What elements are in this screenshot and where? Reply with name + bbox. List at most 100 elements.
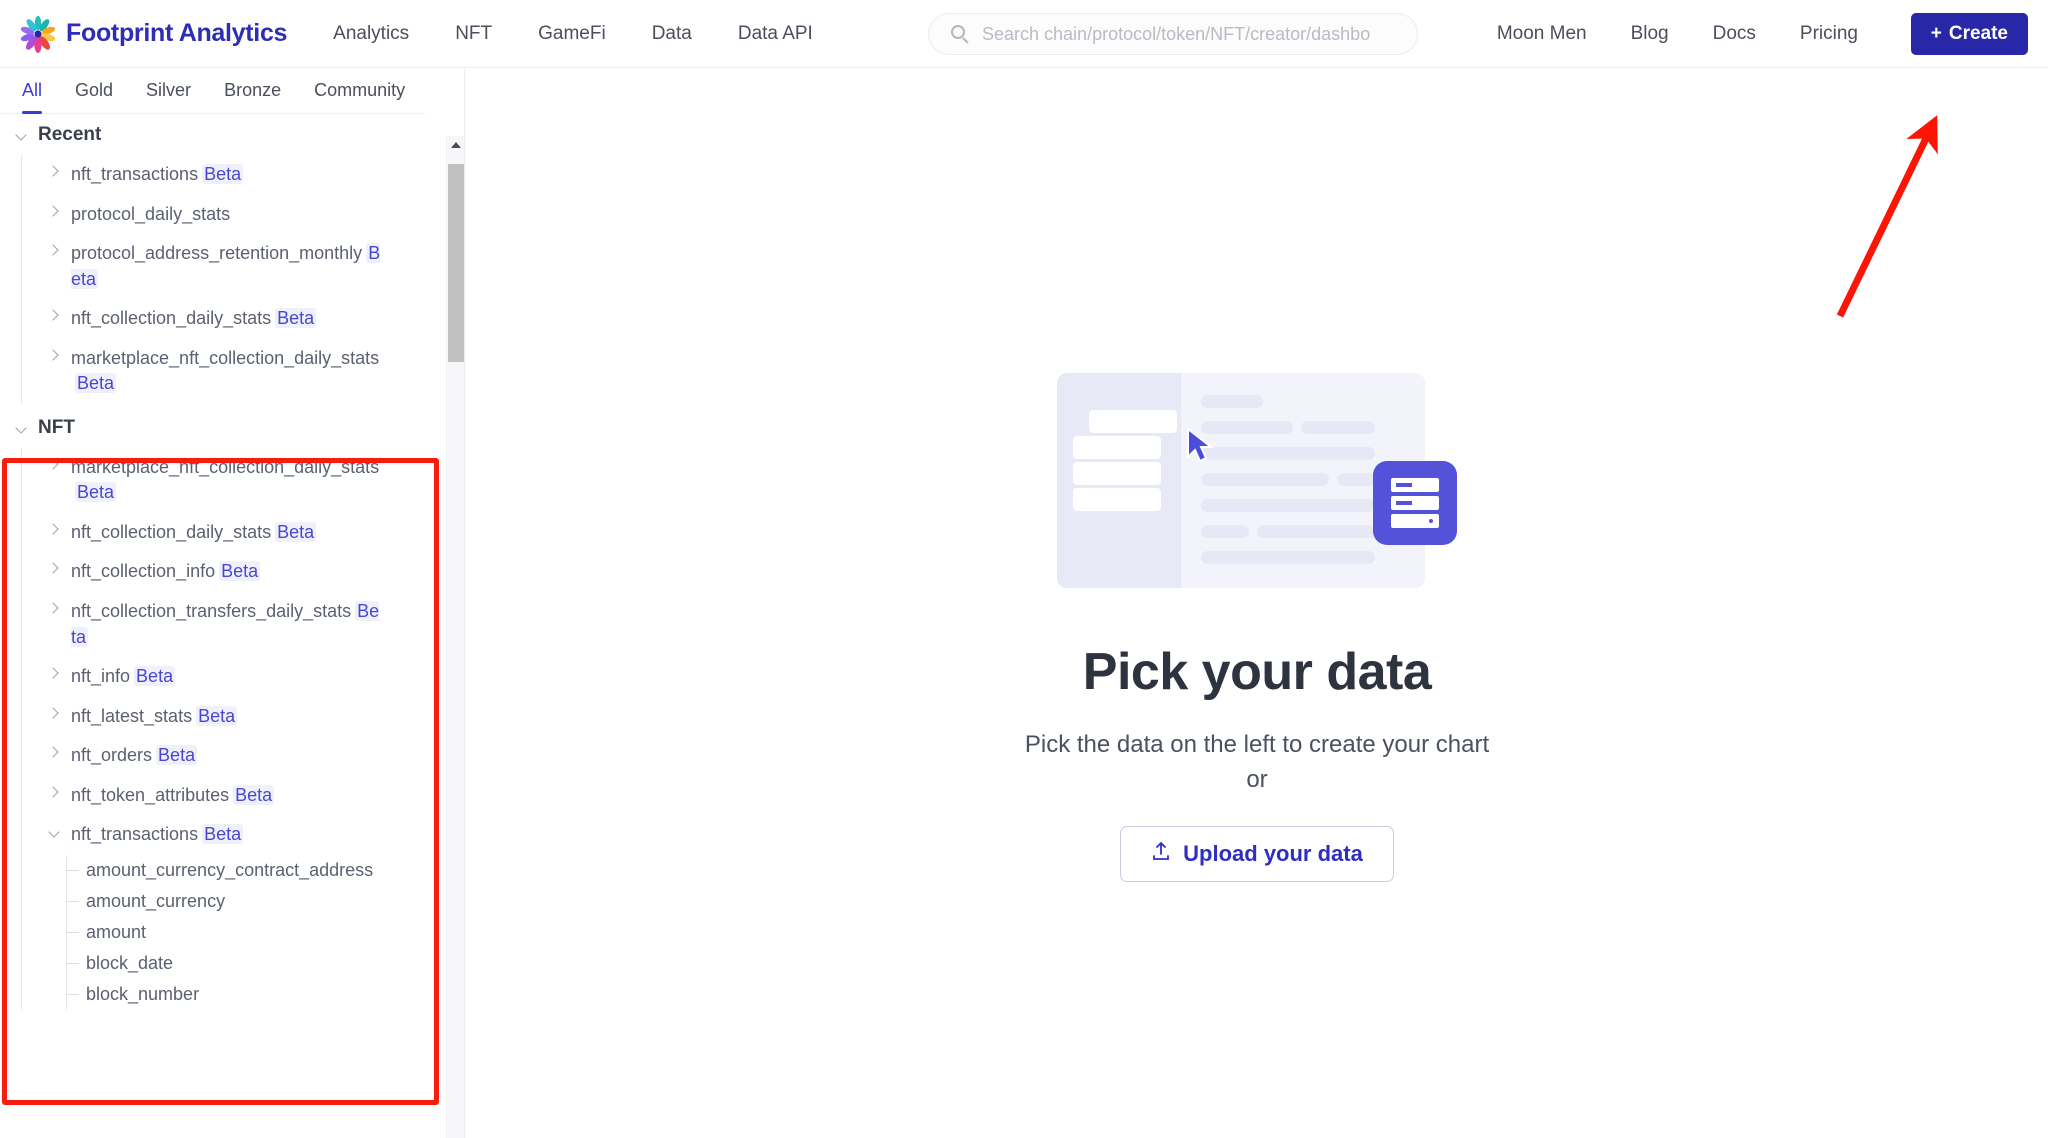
tree-node[interactable]: nft_latest_stats Beta	[22, 697, 447, 737]
nav-item-docs[interactable]: Docs	[1713, 23, 1756, 45]
chevron-right-icon	[47, 562, 61, 576]
upload-icon	[1151, 841, 1171, 867]
column-list: amount_currency_contract_address amount_…	[22, 854, 447, 1010]
search-input[interactable]	[982, 23, 1402, 45]
data-table-illustration-icon	[1057, 373, 1457, 588]
chevron-up-icon[interactable]	[447, 136, 464, 154]
tree-node[interactable]: protocol_address_retention_monthly Beta	[22, 234, 447, 299]
tree-node-label: nft_collection_daily_stats	[71, 521, 272, 542]
tree-group-recent[interactable]: Recent	[0, 115, 447, 155]
column-label: block_number	[86, 983, 200, 1004]
mouse-pointer-icon	[1185, 426, 1215, 469]
nav-item-data-api[interactable]: Data API	[738, 23, 813, 45]
chevron-right-icon	[47, 746, 61, 760]
tree-group-recent-children: nft_transactions Beta protocol_daily_stat…	[0, 155, 447, 404]
nav-item-pricing[interactable]: Pricing	[1800, 23, 1858, 45]
subtitle-line-2: or	[1246, 765, 1268, 793]
tree-node[interactable]: nft_collection_transfers_daily_stats Beta	[22, 592, 447, 657]
column-label: amount_currency	[86, 890, 226, 911]
tree-node[interactable]: nft_collection_daily_stats Beta	[22, 299, 447, 339]
tree-group-label: Recent	[38, 124, 102, 145]
tree-group-label: NFT	[38, 416, 75, 438]
column-label: amount_currency_contract_address	[86, 859, 374, 880]
chevron-right-icon	[47, 349, 61, 363]
chevron-right-icon	[47, 309, 61, 323]
tree-node-label: nft_collection_transfers_daily_stats	[71, 601, 352, 622]
nav-item-data[interactable]: Data	[652, 23, 692, 45]
tab-community[interactable]: Community	[314, 80, 405, 114]
tree-node-label: protocol_address_retention_monthly	[71, 243, 363, 264]
brand-logo[interactable]: Footprint Analytics	[18, 14, 287, 54]
beta-badge: Beta	[75, 373, 117, 394]
nav-item-gamefi[interactable]: GameFi	[538, 23, 606, 45]
chevron-right-icon	[47, 707, 61, 721]
nav-item-analytics[interactable]: Analytics	[333, 23, 409, 45]
tab-silver[interactable]: Silver	[146, 80, 191, 114]
tree-node-label: nft_token_attributes	[71, 784, 230, 805]
chevron-right-icon	[47, 244, 61, 258]
column-item[interactable]: amount_currency_contract_address	[66, 855, 447, 886]
column-item[interactable]: amount_currency	[66, 886, 447, 917]
main-nav: Analytics NFT GameFi Data Data API	[333, 23, 859, 45]
tree-node-label: nft_collection_daily_stats	[71, 308, 272, 329]
tree-node[interactable]: nft_collection_info Beta	[22, 552, 447, 592]
top-header: Footprint Analytics Analytics NFT GameFi…	[0, 0, 2048, 68]
tree-node-label: nft_info	[71, 666, 131, 687]
chevron-right-icon	[47, 602, 61, 616]
tree-node[interactable]: nft_transactions Beta	[22, 155, 447, 195]
search-box[interactable]	[928, 13, 1418, 55]
tree-node[interactable]: nft_collection_daily_stats Beta	[22, 513, 447, 553]
upload-your-data-button[interactable]: Upload your data	[1120, 825, 1394, 882]
column-item[interactable]: block_date	[66, 948, 447, 979]
tree-group-nft[interactable]: NFT	[0, 408, 447, 448]
tree-node-label: nft_latest_stats	[71, 705, 193, 726]
beta-badge: Beta	[196, 705, 238, 726]
beta-badge: Beta	[156, 745, 198, 766]
tree-node[interactable]: marketplace_nft_collection_daily_stats Be…	[22, 339, 447, 404]
beta-badge: Beta	[275, 308, 317, 329]
column-item[interactable]: amount	[66, 917, 447, 948]
chevron-right-icon	[47, 205, 61, 219]
beta-badge: Beta	[233, 784, 275, 805]
beta-badge: Beta	[202, 164, 244, 184]
footprint-pinwheel-logo-icon	[18, 14, 58, 54]
tree-node[interactable]: nft_token_attributes Beta	[22, 776, 447, 816]
tree-node[interactable]: marketplace_nft_collection_daily_stats Be…	[22, 448, 447, 513]
search-icon	[951, 24, 970, 44]
beta-badge: Beta	[75, 482, 117, 503]
beta-badge: Beta	[219, 561, 261, 582]
page-title: Pick your data	[1082, 643, 1432, 701]
page-subtitle: Pick the data on the left to create your…	[1025, 728, 1489, 798]
column-item[interactable]: block_number	[66, 979, 447, 1010]
tree-node-label: nft_orders	[71, 745, 153, 766]
create-button[interactable]: + Create	[1910, 13, 2028, 55]
create-button-label: Create	[1948, 23, 2008, 44]
chevron-down-icon	[47, 825, 61, 839]
tree-node[interactable]: nft_orders Beta	[22, 736, 447, 776]
tree-node-label: nft_transactions	[71, 164, 199, 184]
plus-icon: +	[1930, 23, 1942, 44]
upload-button-label: Upload your data	[1183, 840, 1363, 866]
nav-item-blog[interactable]: Blog	[1631, 23, 1669, 45]
chevron-down-icon	[14, 421, 28, 435]
database-icon	[1373, 461, 1457, 545]
tree-node-label: marketplace_nft_collection_daily_stats	[71, 456, 380, 477]
tab-all[interactable]: All	[22, 80, 43, 114]
chevron-right-icon	[47, 523, 61, 537]
chevron-right-icon	[47, 165, 61, 179]
nav-item-nft[interactable]: NFT	[455, 23, 492, 45]
nav-item-moon-men[interactable]: Moon Men	[1497, 23, 1587, 45]
tree-node-nft-transactions[interactable]: nft_transactions Beta	[22, 815, 447, 855]
tree-node[interactable]: nft_info Beta	[22, 657, 447, 697]
sidebar-tabs: All Gold Silver Bronze Community	[0, 68, 425, 114]
sidebar-scrollbar[interactable]	[446, 136, 464, 1138]
tab-gold[interactable]: Gold	[75, 80, 113, 114]
scrollbar-thumb[interactable]	[448, 164, 464, 362]
subtitle-line-1: Pick the data on the left to create your…	[1024, 731, 1490, 758]
main-content: Pick your data Pick the data on the left…	[466, 68, 2048, 1138]
tree-node-label: nft_transactions	[71, 824, 199, 845]
tree-node-label: protocol_daily_stats	[71, 203, 231, 224]
tree-node[interactable]: protocol_daily_stats	[22, 195, 447, 235]
chevron-right-icon	[47, 458, 61, 472]
tab-bronze[interactable]: Bronze	[224, 80, 281, 114]
